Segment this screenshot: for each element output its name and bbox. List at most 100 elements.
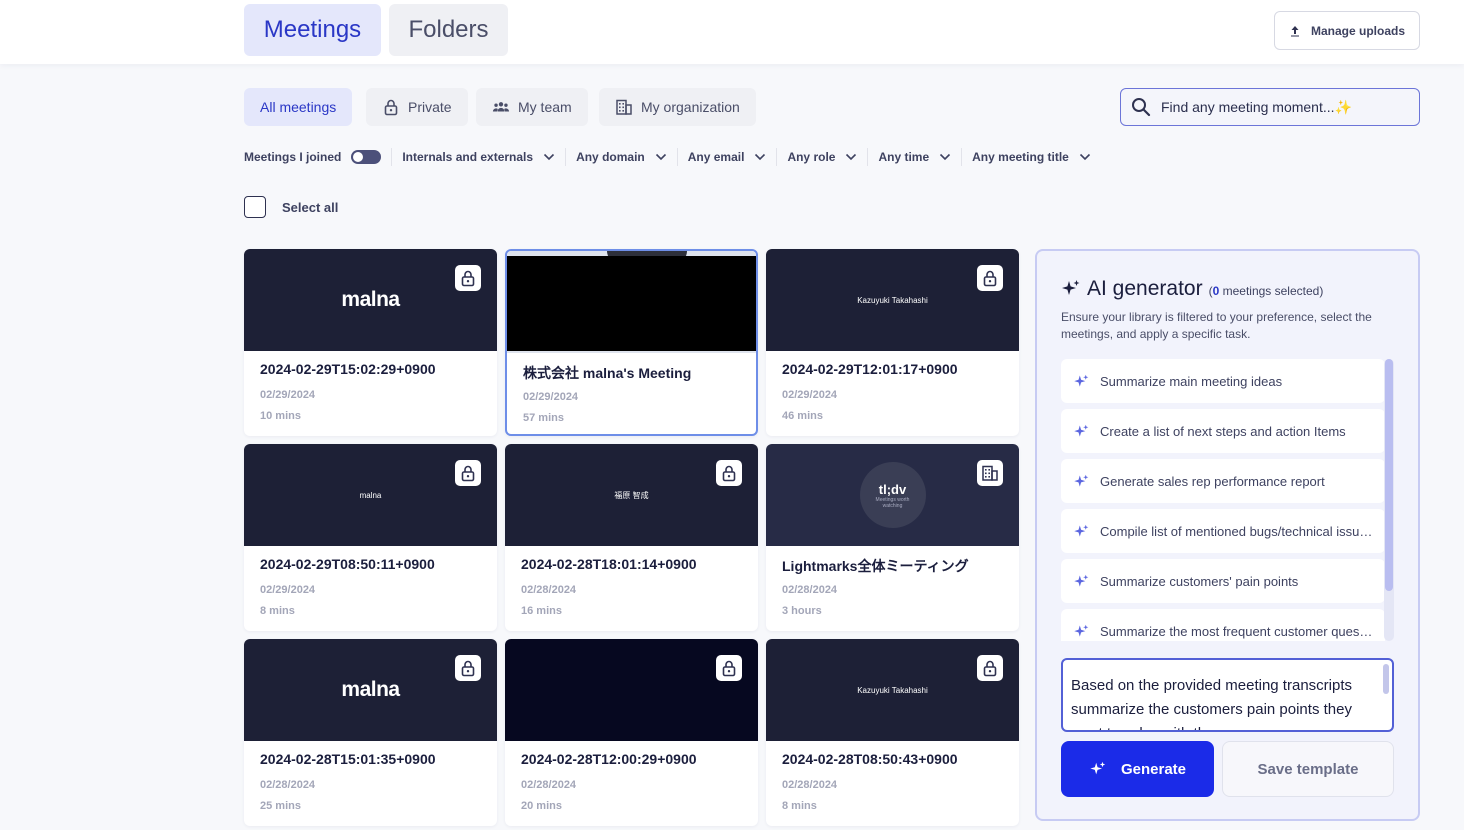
scope-tab-my-organization[interactable]: My organization xyxy=(599,88,756,126)
ai-generator-title: AI generator xyxy=(1087,277,1203,300)
prompt-textarea[interactable]: Based on the provided meeting transcript… xyxy=(1061,658,1394,732)
tab-meetings[interactable]: Meetings xyxy=(244,4,381,56)
template-label: Compile list of mentioned bugs/technical… xyxy=(1100,523,1373,539)
filter-email[interactable]: Any email xyxy=(678,148,778,166)
private-badge xyxy=(716,655,742,681)
meeting-title: 2024-02-28T15:01:35+0900 xyxy=(260,751,436,767)
filter-label: Internals and externals xyxy=(402,150,534,164)
team-icon xyxy=(492,102,510,112)
sparkle-icon xyxy=(1074,424,1089,437)
thumbnail-label: Kazuyuki Takahashi xyxy=(857,685,928,695)
meeting-duration: 8 mins xyxy=(260,605,295,617)
template-label: Summarize main meeting ideas xyxy=(1100,373,1283,389)
organization-badge xyxy=(977,460,1003,486)
meeting-title: Lightmarks全体ミーティング xyxy=(782,558,969,574)
top-bar: Meetings Folders Manage uploads xyxy=(0,0,1464,64)
filter-label: Any meeting title xyxy=(972,150,1069,164)
chevron-down-icon xyxy=(655,153,666,161)
filter-label: Any email xyxy=(687,150,745,164)
selected-count: (0 meetings selected) xyxy=(1209,284,1324,298)
meeting-date: 02/29/2024 xyxy=(260,389,316,401)
filter-meetings-joined[interactable]: Meetings I joined xyxy=(244,148,393,166)
lock-icon xyxy=(722,465,736,482)
meeting-date: 02/29/2024 xyxy=(782,389,838,401)
template-item[interactable]: Summarize customers' pain points xyxy=(1061,559,1385,603)
thumbnail-label: 福原 智成 xyxy=(614,490,649,500)
template-item[interactable]: Summarize main meeting ideas xyxy=(1061,359,1385,403)
meeting-title: 2024-02-29T08:50:11+0900 xyxy=(260,556,435,572)
building-icon xyxy=(616,99,632,115)
meeting-card[interactable]: malna 2024-02-29T15:02:29+0900 02/29/202… xyxy=(244,249,497,436)
template-list-scrollbar[interactable] xyxy=(1384,359,1394,641)
scope-tab-private[interactable]: Private xyxy=(366,88,468,126)
template-item[interactable]: Generate sales rep performance report xyxy=(1061,459,1385,503)
manage-uploads-label: Manage uploads xyxy=(1310,23,1405,38)
meeting-thumbnail: malna xyxy=(244,639,497,741)
manage-uploads-button[interactable]: Manage uploads xyxy=(1274,11,1420,50)
private-badge xyxy=(455,460,481,486)
meeting-date: 02/29/2024 xyxy=(523,391,579,403)
tab-folders[interactable]: Folders xyxy=(389,4,508,56)
scope-tab-my-team[interactable]: My team xyxy=(476,88,588,126)
meeting-duration: 8 mins xyxy=(782,800,817,812)
chevron-down-icon xyxy=(543,153,555,161)
lock-icon xyxy=(384,99,398,116)
tldv-logo: tl;dv Meetings worth watching xyxy=(859,462,926,528)
sparkle-icon xyxy=(1090,761,1106,775)
lock-icon xyxy=(983,660,997,677)
meeting-card[interactable]: Kazuyuki Takahashi 2024-02-29T12:01:17+0… xyxy=(766,249,1019,436)
filter-domain[interactable]: Any domain xyxy=(566,148,678,166)
template-item[interactable]: Create a list of next steps and action I… xyxy=(1061,409,1385,453)
select-all-checkbox[interactable] xyxy=(244,196,266,218)
lock-icon xyxy=(722,660,736,677)
meeting-title: 2024-02-29T12:01:17+0900 xyxy=(782,361,958,377)
scrollbar-thumb[interactable] xyxy=(1385,359,1393,591)
filter-role[interactable]: Any role xyxy=(777,148,869,166)
lock-icon xyxy=(461,270,475,287)
meeting-thumbnail: malna xyxy=(244,444,497,546)
sparkle-icon xyxy=(1074,624,1089,637)
scope-tab-all-meetings[interactable]: All meetings xyxy=(244,88,353,126)
meeting-duration: 20 mins xyxy=(521,800,562,812)
template-label: Summarize the most frequent customer que… xyxy=(1100,623,1373,639)
meeting-thumbnail xyxy=(505,639,758,741)
private-badge xyxy=(455,655,481,681)
meeting-date: 02/28/2024 xyxy=(782,584,838,596)
filter-meeting-title[interactable]: Any meeting title xyxy=(962,148,1101,166)
template-label: Create a list of next steps and action I… xyxy=(1100,423,1346,439)
meeting-card[interactable]: 株式会社 malna's Meeting 02/29/2024 57 mins xyxy=(505,249,758,436)
meeting-card[interactable]: 2024-02-28T12:00:29+0900 02/28/2024 20 m… xyxy=(505,639,758,826)
meeting-duration: 3 hours xyxy=(782,605,822,617)
ai-generator-panel: AI generator (0 meetings selected) Ensur… xyxy=(1035,249,1420,821)
lock-icon xyxy=(461,660,475,677)
lock-icon xyxy=(461,465,475,482)
search-icon xyxy=(1132,98,1151,117)
meeting-title: 2024-02-28T12:00:29+0900 xyxy=(521,751,697,767)
meeting-date: 02/28/2024 xyxy=(521,584,577,596)
search-box[interactable] xyxy=(1120,88,1420,126)
generate-button[interactable]: Generate xyxy=(1061,741,1214,797)
chevron-down-icon xyxy=(940,153,951,161)
meeting-thumbnail: Kazuyuki Takahashi xyxy=(766,249,1019,351)
meetings-joined-toggle[interactable] xyxy=(351,150,382,164)
prompt-scrollbar[interactable] xyxy=(1383,664,1389,694)
filter-time[interactable]: Any time xyxy=(868,148,963,166)
meeting-thumbnail: Kazuyuki Takahashi xyxy=(766,639,1019,741)
save-template-button[interactable]: Save template xyxy=(1222,741,1394,797)
meeting-duration: 16 mins xyxy=(521,605,562,617)
select-all-label[interactable]: Select all xyxy=(282,200,338,215)
private-badge xyxy=(455,265,481,291)
filter-internals-externals[interactable]: Internals and externals xyxy=(392,148,567,166)
upload-icon xyxy=(1290,25,1299,36)
template-item[interactable]: Summarize the most frequent customer que… xyxy=(1061,609,1385,641)
meeting-card[interactable]: malna 2024-02-28T15:01:35+0900 02/28/202… xyxy=(244,639,497,826)
filter-label: Any domain xyxy=(576,150,645,164)
thumbnail-label: malna xyxy=(359,490,382,500)
meeting-duration: 25 mins xyxy=(260,800,301,812)
meeting-card[interactable]: Kazuyuki Takahashi 2024-02-28T08:50:43+0… xyxy=(766,639,1019,826)
meeting-card[interactable]: tl;dv Meetings worth watching Lightmarks… xyxy=(766,444,1019,631)
template-item[interactable]: Compile list of mentioned bugs/technical… xyxy=(1061,509,1385,553)
search-input[interactable] xyxy=(1161,99,1401,115)
meeting-card[interactable]: 福原 智成 2024-02-28T18:01:14+0900 02/28/202… xyxy=(505,444,758,631)
meeting-card[interactable]: malna 2024-02-29T08:50:11+0900 02/29/202… xyxy=(244,444,497,631)
